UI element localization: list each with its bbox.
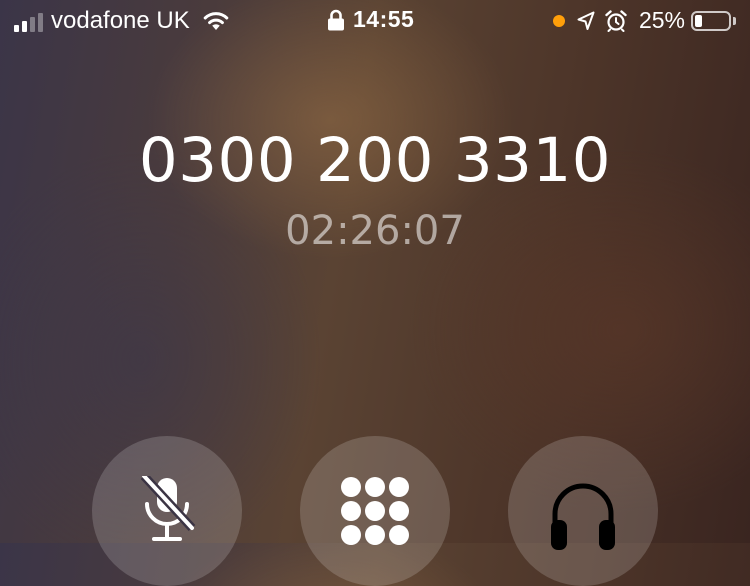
mute-button[interactable]: [92, 436, 242, 586]
clock-time: 14:55: [353, 6, 415, 32]
status-bar-left: vodafone UK: [14, 7, 230, 35]
keypad-icon: [341, 477, 409, 545]
audio-route-button[interactable]: [508, 436, 658, 586]
battery-level-fill: [695, 14, 702, 27]
status-bar: vodafone UK 14:55 25%: [0, 0, 750, 40]
battery-icon: [691, 10, 731, 31]
alarm-icon: [605, 9, 627, 32]
status-bar-right: 25%: [552, 7, 736, 34]
call-duration: 02:26:07: [285, 208, 465, 254]
headphones-icon: [551, 483, 615, 550]
lock-icon: [328, 9, 344, 30]
microphone-slash-icon: [140, 476, 196, 541]
status-bar-center: 14:55: [327, 6, 414, 33]
wifi-icon: [203, 12, 229, 30]
keypad-button[interactable]: [300, 436, 450, 586]
carrier-name: vodafone UK: [51, 7, 190, 34]
privacy-indicator-dot: [552, 14, 565, 27]
battery-cap: [733, 16, 736, 25]
battery-percentage: 25%: [638, 7, 685, 33]
call-number: 0300 200 3310: [138, 125, 612, 196]
location-arrow-icon: [577, 11, 595, 30]
cellular-signal-icon: [14, 10, 43, 32]
